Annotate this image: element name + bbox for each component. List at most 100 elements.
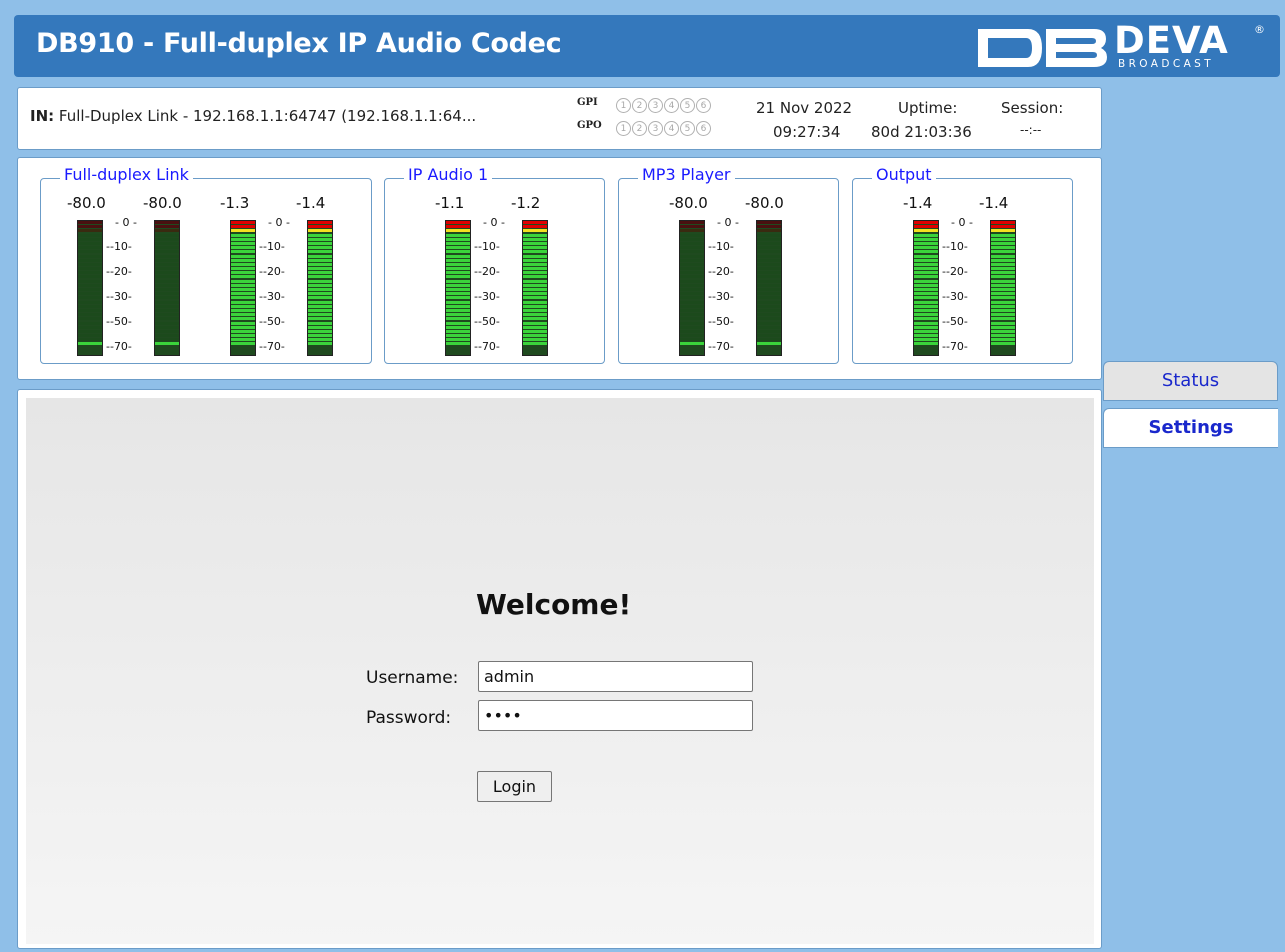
meter-segment [155,254,179,258]
meter-segment [991,342,1015,346]
meter-bar-right [307,220,333,356]
meter-segment [308,288,332,291]
meter-segment [155,321,179,325]
meter-segment [446,241,470,245]
meter-segment [680,321,704,325]
meter-segment [446,233,470,237]
meter-segment [991,250,1015,254]
meter-segment [757,308,781,312]
meter-scale-tick: - 0 - [115,216,137,229]
meter-segment [78,288,102,291]
meter-segment [308,292,332,296]
meter-segment [231,279,255,283]
meter-segment [308,237,332,241]
meter-segment [155,262,179,266]
username-field[interactable] [478,661,753,692]
meter-value: -1.4 [296,194,326,212]
meter-segment [991,267,1015,271]
meter-segment [523,296,547,300]
meter-segment [78,292,102,296]
meter-segment [446,221,470,224]
meter-group-title: IP Audio 1 [404,165,493,184]
meter-group: Full-duplex Link -80.0 -80.0 - 0 - --10- --20… [40,165,372,364]
meter-segment [231,329,255,333]
meter-segment [308,304,332,308]
meter-segment [308,338,332,342]
password-field[interactable] [478,700,753,731]
meter-segment [78,229,102,233]
input-value: Full-Duplex Link - 192.168.1.1:64747 (19… [58,107,477,125]
app-header: DB910 - Full-duplex IP Audio Codec DEVA … [14,15,1280,77]
meter-segment [155,250,179,254]
meter-segment [155,279,179,283]
meter-segment [680,250,704,254]
meter-segment [757,258,781,262]
meter-segment [991,241,1015,245]
meter-segment [78,279,102,283]
meter-segment [680,325,704,329]
meter-segment [757,275,781,279]
meter-segment [446,262,470,266]
db-logo-mark [978,29,1107,67]
meter-segment [308,325,332,329]
meter-segment [308,262,332,266]
login-panel: Welcome! Username: Password: Login [17,389,1102,949]
meter-segment [523,237,547,241]
meter-segment [78,296,102,300]
meter-segment [680,241,704,245]
meter-segment [155,342,179,346]
meter-scale-tick: --20- [942,265,968,278]
meter-segment [914,313,938,317]
meter-segment [523,338,547,342]
meter-segment [991,321,1015,325]
meter-segment [523,267,547,271]
meter-segment [757,329,781,333]
meter-segment [308,254,332,258]
gpi-indicator-5: 5 [680,98,695,113]
meter-segment [914,254,938,258]
meter-segment [523,325,547,329]
meter-segment [991,254,1015,258]
meter-segment [446,308,470,312]
meter-scale-tick: --30- [259,290,285,303]
uptime-label: Uptime: [898,99,958,117]
meter-segment [757,267,781,271]
meter-segment [680,329,704,333]
meter-segment [308,329,332,333]
meter-segment [78,246,102,250]
meter-segment [231,304,255,308]
meter-segment [446,229,470,233]
meter-segment [78,325,102,329]
meter-segment [231,233,255,237]
meter-segment [757,241,781,245]
meter-segment [446,283,470,287]
meter-bar-right [522,220,548,356]
meter-segment [680,237,704,241]
meter-segment [757,317,781,321]
meter-segment [78,254,102,258]
meter-segment [991,317,1015,321]
meter-scale-tick: --10- [106,240,132,253]
meter-segment [991,258,1015,262]
meter-segment [523,250,547,254]
gpi-indicators: 123456 [616,98,711,113]
login-button[interactable]: Login [477,771,552,802]
meter-segment [914,334,938,338]
meter-segment [78,258,102,262]
meter-bar-right [990,220,1016,356]
meter-segment [757,292,781,296]
meter-segment [914,279,938,283]
tab-status[interactable]: Status [1103,361,1278,401]
meter-segment [914,288,938,291]
meter-segment [523,279,547,283]
tab-settings[interactable]: Settings [1103,408,1278,448]
logo-brand: DEVA [1114,19,1229,62]
meter-value: -80.0 [745,194,784,212]
meter-segment [446,296,470,300]
meter-segment [680,304,704,308]
meter-segment [757,304,781,308]
meter-segment [231,246,255,250]
meter-segment [308,334,332,338]
meter-segment [523,317,547,321]
meter-segment [308,246,332,250]
